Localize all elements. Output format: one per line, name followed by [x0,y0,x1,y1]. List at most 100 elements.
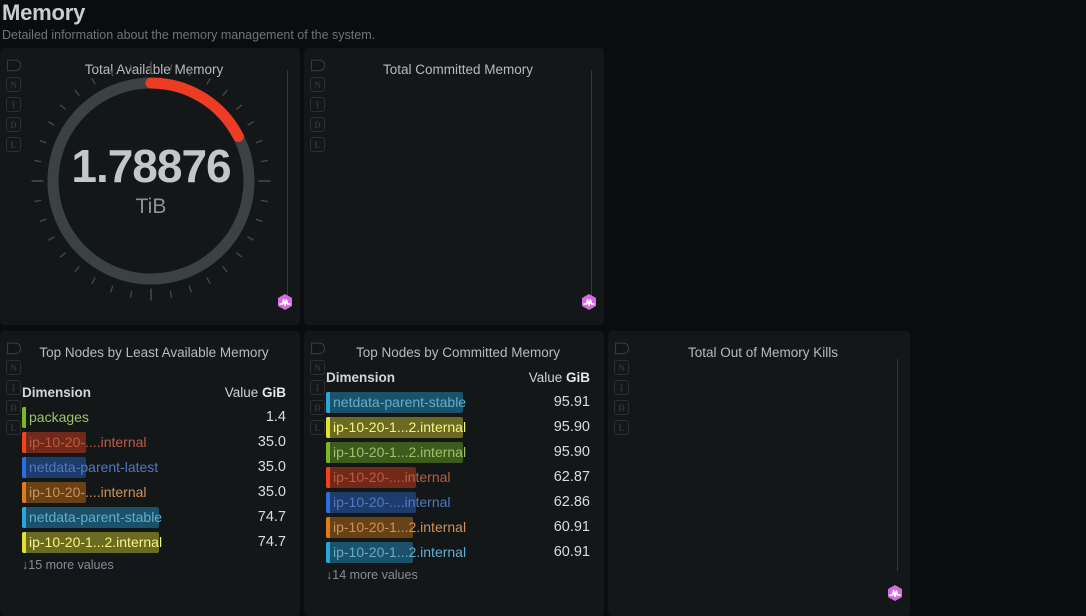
nidl-rail: NIDL [4,339,24,440]
table-row[interactable]: ip-10-20-1...2.internal60.91 [326,515,590,540]
dimension-color-swatch [326,467,330,488]
dimension-name: ip-10-20-1...2.internal [333,442,466,463]
nidl-l-button[interactable]: L [310,137,325,152]
dimension-name: ip-10-20-....internal [333,467,451,488]
nidl-n-button[interactable]: N [6,77,21,92]
more-values-link[interactable]: ↓14 more values [326,565,590,584]
panel-total-committed-memory[interactable]: Total Committed Memory NIDL1.03200TiB [304,48,604,325]
table-row[interactable]: ip-10-20-1...2.internal 60.91 [326,540,590,565]
column-header-value[interactable]: Value GiB [225,384,286,402]
nidl-n-button[interactable]: N [614,360,629,375]
dimension-name: ip-10-20-1...2.internal [29,532,162,553]
nidl-i-button[interactable]: I [310,380,325,395]
panel-total-out-of-memory-kills[interactable]: Total Out of Memory Kills NIDL0.00000kil… [608,331,910,616]
table-row[interactable]: ip-10-20-....internal35.0 [22,430,286,455]
dimension-value: 35.0 [248,432,286,453]
more-values-link[interactable]: ↓15 more values [22,555,286,574]
dimension-cell: netdata-parent-latest [22,457,248,478]
panel-title: Top Nodes by Least Available Memory [28,344,280,361]
dimension-cell: ip-10-20-....internal [326,492,544,513]
dimension-name: netdata-parent-latest [29,457,158,478]
nidl-d-button[interactable]: D [6,117,21,132]
dimension-value: 60.91 [544,542,590,563]
anomaly-badge-icon[interactable] [580,293,598,311]
dimension-value: 74.7 [248,532,286,553]
dimension-cell: ip-10-20-1...2.internal [326,517,544,538]
dimension-color-swatch [22,407,26,428]
table-row[interactable]: ip-10-20-1...2.internal 74.7 [22,530,286,555]
nidl-d-button[interactable]: D [310,117,325,132]
nidl-l-button[interactable]: L [6,420,21,435]
nidl-i-button[interactable]: I [6,380,21,395]
table-row[interactable]: netdata-parent-stable95.91 [326,390,590,415]
dimension-color-swatch [22,507,26,528]
nidl-l-button[interactable]: L [6,137,21,152]
panel-title: Top Nodes by Committed Memory [332,344,584,361]
nidl-l-button[interactable]: L [614,420,629,435]
dimension-cell: ip-10-20-1...2.internal [22,532,248,553]
vertical-scrollbar[interactable] [897,359,898,571]
dimension-name: packages [29,407,89,428]
dimension-cell: ip-10-20-....internal [22,482,248,503]
dimension-name: ip-10-20-1...2.internal [333,417,466,438]
nidl-n-button[interactable]: N [310,77,325,92]
dimension-color-swatch [326,492,330,513]
dimension-value: 95.90 [544,442,590,463]
nidl-i-button[interactable]: I [614,380,629,395]
table-row[interactable]: netdata-parent-latest35.0 [22,455,286,480]
table-row[interactable]: packages1.4 [22,405,286,430]
table-row[interactable]: ip-10-20-....internal35.0 [22,480,286,505]
nidl-n-button[interactable]: N [310,360,325,375]
table-row[interactable]: ip-10-20-....internal62.86 [326,490,590,515]
column-header-unit: GiB [566,370,590,385]
dimension-color-swatch [326,417,330,438]
column-header-value[interactable]: Value GiB [529,369,590,387]
table-row[interactable]: netdata-parent-stable 74.7 [22,505,286,530]
dimension-color-swatch [22,482,26,503]
netdata-drop-icon[interactable] [6,341,21,356]
panel-top-nodes-committed-memory[interactable]: Top Nodes by Committed Memory NIDL Dimens… [304,331,604,616]
dimension-value: 74.7 [248,507,286,528]
dimension-cell: netdata-parent-stable [22,507,248,528]
dimension-value: 95.91 [544,392,590,413]
vertical-scrollbar[interactable] [287,70,288,308]
nidl-rail: NIDL [4,56,24,157]
table-row[interactable]: ip-10-20-1...2.internal95.90 [326,415,590,440]
netdata-drop-icon[interactable] [310,58,325,73]
vertical-scrollbar[interactable] [591,70,592,308]
page-header: Memory Detailed information about the me… [2,0,375,43]
nidl-i-button[interactable]: I [6,97,21,112]
panel-title: Total Out of Memory Kills [636,344,890,361]
dimension-value: 62.86 [544,492,590,513]
gauge-total-available-memory[interactable]: 1.78876TiB [40,70,262,292]
netdata-drop-icon[interactable] [614,341,629,356]
anomaly-badge-icon[interactable] [276,293,294,311]
nidl-n-button[interactable]: N [6,360,21,375]
table-row[interactable]: ip-10-20-....internal62.87 [326,465,590,490]
nidl-d-button[interactable]: D [614,400,629,415]
nidl-d-button[interactable]: D [310,400,325,415]
nidl-i-button[interactable]: I [310,97,325,112]
panel-total-available-memory[interactable]: Total Available Memory NIDL1.78876TiB [0,48,300,325]
dimension-color-swatch [326,442,330,463]
netdata-drop-icon[interactable] [6,58,21,73]
table-header: Dimension Value GiB [326,369,590,390]
dimension-name: ip-10-20-....internal [29,482,147,503]
dimension-name: netdata-parent-stable [29,507,162,528]
column-header-dimension[interactable]: Dimension [22,384,91,402]
netdata-drop-icon[interactable] [310,341,325,356]
panel-top-nodes-least-available-memory[interactable]: Top Nodes by Least Available Memory NIDL… [0,331,300,616]
column-header-dimension[interactable]: Dimension [326,369,395,387]
dimension-cell: packages [22,407,256,428]
anomaly-badge-icon[interactable] [886,584,904,602]
dimension-value: 60.91 [544,517,590,538]
nidl-rail: NIDL [612,339,632,440]
page-subtitle: Detailed information about the memory ma… [2,27,375,43]
nidl-d-button[interactable]: D [6,400,21,415]
dimension-color-swatch [22,532,26,553]
dimension-color-swatch [326,392,330,413]
dimension-name: ip-10-20-1...2.internal [333,542,466,563]
nidl-l-button[interactable]: L [310,420,325,435]
table-header: Dimension Value GiB [22,384,286,405]
table-row[interactable]: ip-10-20-1...2.internal 95.90 [326,440,590,465]
